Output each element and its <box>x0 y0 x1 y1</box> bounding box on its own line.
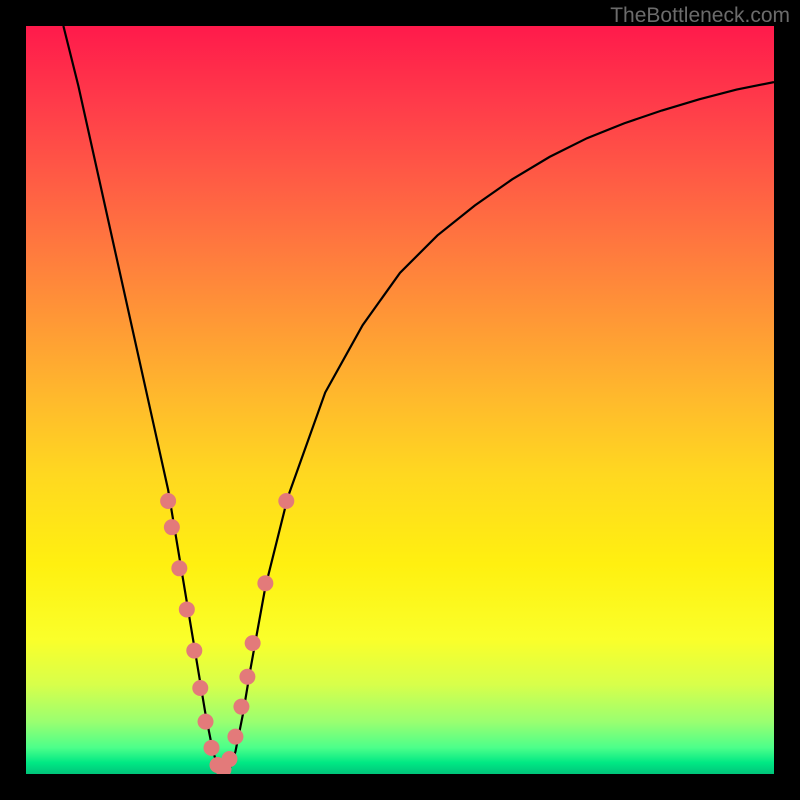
watermark-text: TheBottleneck.com <box>610 4 790 28</box>
chart-frame <box>26 26 774 774</box>
gradient-background <box>26 26 774 774</box>
